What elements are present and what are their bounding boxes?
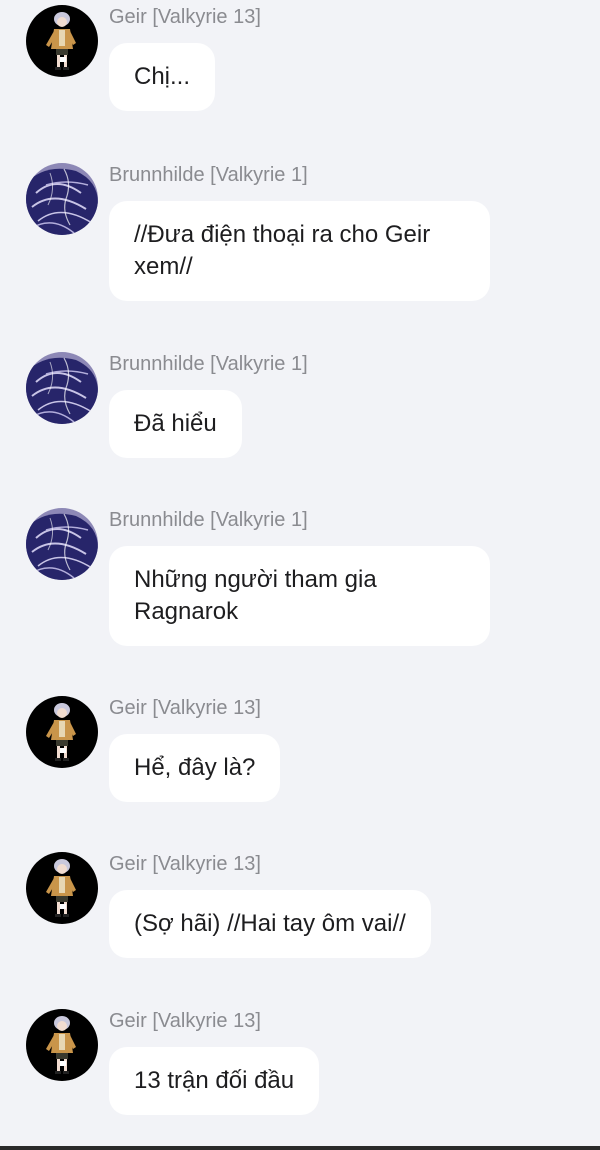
message-bubble[interactable]: Đã hiểu [109,390,242,458]
message-bubble[interactable]: (Sợ hãi) //Hai tay ôm vai// [109,890,431,958]
message-bubble[interactable]: Hể, đây là? [109,734,281,802]
sender-name: Brunnhilde [Valkyrie 1] [109,353,308,375]
brunnhilde-avatar-icon[interactable] [26,508,98,580]
sender-name: Geir [Valkyrie 13] [109,6,261,28]
geir-avatar-icon[interactable] [26,5,98,77]
brunnhilde-avatar-icon[interactable] [26,352,98,424]
message-bubble[interactable]: Những người tham gia Ragnarok [109,546,490,646]
sender-name: Geir [Valkyrie 13] [109,697,261,719]
sender-name: Brunnhilde [Valkyrie 1] [109,509,308,531]
geir-avatar-icon[interactable] [26,852,98,924]
bottom-divider [0,1146,600,1150]
geir-avatar-icon[interactable] [26,696,98,768]
message-bubble[interactable]: Chị... [109,43,216,111]
message-bubble[interactable]: 13 trận đối đầu [109,1047,320,1115]
sender-name: Geir [Valkyrie 13] [109,1010,261,1032]
brunnhilde-avatar-icon[interactable] [26,163,98,235]
chat-log[interactable]: Geir [Valkyrie 13] Chị... Brunnhilde [Va… [0,0,600,1146]
sender-name: Geir [Valkyrie 13] [109,853,261,875]
message-bubble[interactable]: //Đưa điện thoại ra cho Geir xem// [109,201,490,301]
geir-avatar-icon[interactable] [26,1009,98,1081]
sender-name: Brunnhilde [Valkyrie 1] [109,164,308,186]
